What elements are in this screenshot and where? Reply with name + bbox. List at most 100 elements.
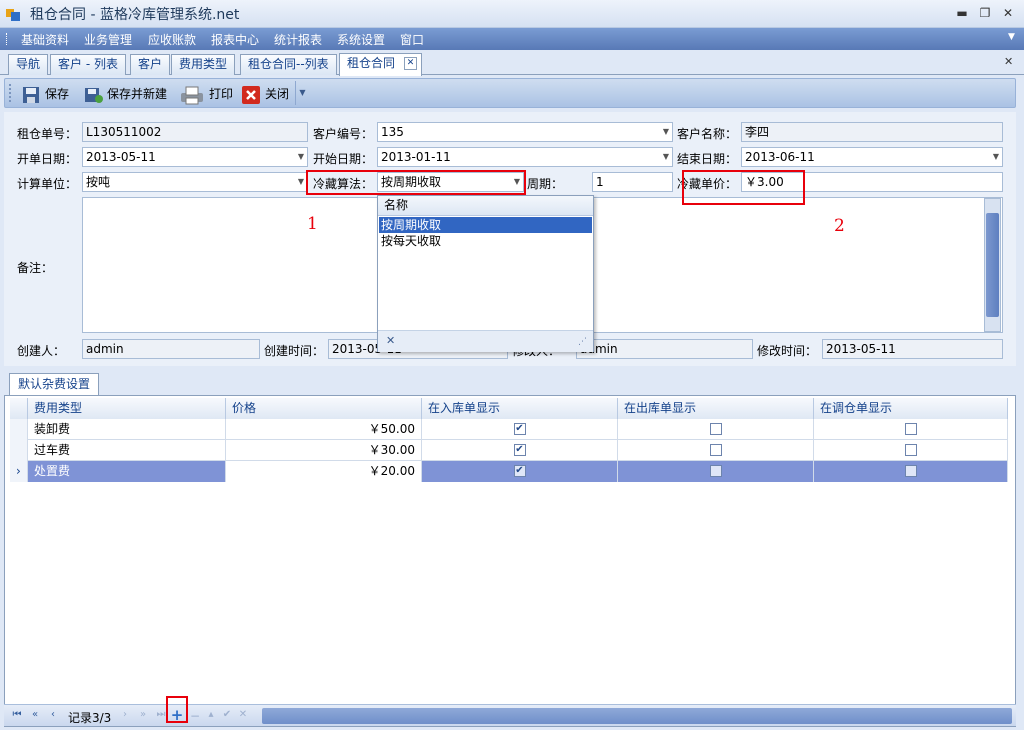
prev-page-icon[interactable]: « xyxy=(28,709,42,720)
table-row[interactable]: 装卸费 ￥50.00 ✔ xyxy=(10,419,1008,440)
row-pointer-icon[interactable]: › xyxy=(10,461,28,482)
row-indicator[interactable] xyxy=(10,440,28,461)
checkbox-unchecked[interactable] xyxy=(709,465,722,477)
checkbox-checked[interactable]: ✔ xyxy=(513,465,526,477)
remarks-scrollbar[interactable] xyxy=(984,198,1001,332)
table-row[interactable]: 过车费 ￥30.00 ✔ xyxy=(10,440,1008,461)
customer-code-combo[interactable]: 135 ▼ xyxy=(377,122,673,142)
in-checkbox-cell[interactable]: ✔ xyxy=(422,461,618,482)
price-cell[interactable]: ￥20.00 xyxy=(226,461,422,482)
delete-record-icon[interactable]: − xyxy=(188,709,202,723)
horizontal-scrollbar[interactable] xyxy=(262,708,1012,724)
period-label: 周期： xyxy=(527,177,564,191)
menu-settings[interactable]: 系统设置 xyxy=(337,31,385,48)
tab-customer-list[interactable]: 客户 - 列表 xyxy=(50,54,126,75)
tab-contract[interactable]: 租仓合同 ✕ xyxy=(339,53,423,76)
resize-grip-icon[interactable]: ⋰ xyxy=(578,337,587,347)
app-icon xyxy=(6,9,20,21)
menu-overflow-icon[interactable]: ▼ xyxy=(1008,32,1015,42)
fee-type-cell[interactable]: 装卸费 xyxy=(28,419,226,440)
customer-name-field[interactable]: 李四 xyxy=(741,122,1003,142)
menu-reports[interactable]: 报表中心 xyxy=(211,31,259,48)
column-header[interactable]: 费用类型 xyxy=(28,398,226,419)
popup-footer: ✕ ⋰ xyxy=(378,330,593,352)
edit-record-icon[interactable]: ▴ xyxy=(204,709,218,720)
checkbox-checked[interactable]: ✔ xyxy=(513,444,526,456)
checkbox-unchecked[interactable] xyxy=(904,444,917,456)
tab-fee-type[interactable]: 费用类型 xyxy=(171,54,236,75)
restore-button[interactable]: ❐ xyxy=(977,6,993,20)
clear-icon[interactable]: ✕ xyxy=(386,334,395,347)
column-header[interactable]: 在出库单显示 xyxy=(618,398,814,419)
order-no-field[interactable]: L130511002 xyxy=(82,122,308,142)
period-field[interactable]: 1 xyxy=(592,172,673,192)
checkbox-unchecked[interactable] xyxy=(904,423,917,435)
annotation-number-1: 1 xyxy=(307,214,318,234)
close-all-icon[interactable]: ✕ xyxy=(1004,55,1013,68)
print-button[interactable]: 打印 xyxy=(179,83,233,105)
confirm-edit-icon[interactable]: ✔ xyxy=(220,709,234,720)
out-checkbox-cell[interactable] xyxy=(618,440,814,461)
next-page-icon[interactable]: » xyxy=(136,709,150,720)
menu-window[interactable]: 窗口 xyxy=(400,31,424,48)
fee-type-cell[interactable]: 过车费 xyxy=(28,440,226,461)
chevron-down-icon[interactable]: ▼ xyxy=(298,148,304,166)
save-new-icon xyxy=(85,87,103,103)
prev-record-icon[interactable]: ‹ xyxy=(46,709,60,720)
save-label: 保存 xyxy=(45,87,70,101)
open-date-label: 开单日期： xyxy=(17,152,78,166)
tab-contract-list[interactable]: 租仓合同--列表 xyxy=(240,54,337,75)
chevron-down-icon[interactable]: ▼ xyxy=(663,148,669,166)
checkbox-unchecked[interactable] xyxy=(709,423,722,435)
modified-time-field[interactable]: 2013-05-11 xyxy=(822,339,1003,359)
tab-close-icon[interactable]: ✕ xyxy=(404,57,418,70)
tab-navigation[interactable]: 导航 xyxy=(8,54,49,75)
menu-statistics[interactable]: 统计报表 xyxy=(274,31,322,48)
chevron-down-icon[interactable]: ▼ xyxy=(298,173,304,191)
save-and-new-button[interactable]: 保存并新建 xyxy=(83,83,167,105)
chevron-down-icon[interactable]: ▼ xyxy=(993,148,999,166)
in-checkbox-cell[interactable]: ✔ xyxy=(422,419,618,440)
popup-option[interactable]: 按周期收取 xyxy=(379,217,592,233)
popup-option[interactable]: 按每天收取 xyxy=(379,233,592,249)
modifier-field[interactable]: admin xyxy=(576,339,753,359)
move-checkbox-cell[interactable] xyxy=(814,440,1008,461)
fee-type-cell[interactable]: 处置费 xyxy=(28,461,226,482)
next-record-icon[interactable]: › xyxy=(118,709,132,720)
menu-basic-data[interactable]: 基础资料 xyxy=(21,31,69,48)
start-date-picker[interactable]: 2013-01-11 ▼ xyxy=(377,147,673,167)
menu-receivables[interactable]: 应收账款 xyxy=(148,31,196,48)
end-date-picker[interactable]: 2013-06-11 ▼ xyxy=(741,147,1003,167)
checkbox-unchecked[interactable] xyxy=(904,465,917,477)
column-header[interactable]: 价格 xyxy=(226,398,422,419)
open-date-picker[interactable]: 2013-05-11 ▼ xyxy=(82,147,308,167)
price-cell[interactable]: ￥50.00 xyxy=(226,419,422,440)
tab-customer[interactable]: 客户 xyxy=(130,54,171,75)
creator-field[interactable]: admin xyxy=(82,339,260,359)
menu-business[interactable]: 业务管理 xyxy=(84,31,132,48)
checkbox-checked[interactable]: ✔ xyxy=(513,423,526,435)
move-checkbox-cell[interactable] xyxy=(814,419,1008,440)
minimize-button[interactable]: ▬ xyxy=(954,6,970,20)
column-header[interactable]: 在调仓单显示 xyxy=(814,398,1008,419)
cancel-edit-icon[interactable]: ✕ xyxy=(236,709,250,720)
price-cell[interactable]: ￥30.00 xyxy=(226,440,422,461)
start-date-label: 开始日期： xyxy=(313,152,374,166)
close-window-button[interactable]: ✕ xyxy=(1000,6,1016,20)
scrollbar-thumb[interactable] xyxy=(986,213,999,317)
row-indicator[interactable] xyxy=(10,419,28,440)
table-row-selected[interactable]: › 处置费 ￥20.00 ✔ xyxy=(10,461,1008,482)
move-checkbox-cell[interactable] xyxy=(814,461,1008,482)
tab-default-fees[interactable]: 默认杂费设置 xyxy=(9,373,100,395)
save-button[interactable]: 保存 xyxy=(21,83,69,105)
checkbox-unchecked[interactable] xyxy=(709,444,722,456)
out-checkbox-cell[interactable] xyxy=(618,419,814,440)
out-checkbox-cell[interactable] xyxy=(618,461,814,482)
chevron-down-icon[interactable]: ▼ xyxy=(663,123,669,141)
column-header[interactable]: 在入库单显示 xyxy=(422,398,618,419)
close-button[interactable]: 关闭 xyxy=(241,83,289,105)
in-checkbox-cell[interactable]: ✔ xyxy=(422,440,618,461)
toolbar-overflow-icon[interactable]: ▼ xyxy=(295,81,309,105)
calc-unit-combo[interactable]: 按吨 ▼ xyxy=(82,172,308,192)
first-record-icon[interactable]: ⏮ xyxy=(10,709,24,720)
